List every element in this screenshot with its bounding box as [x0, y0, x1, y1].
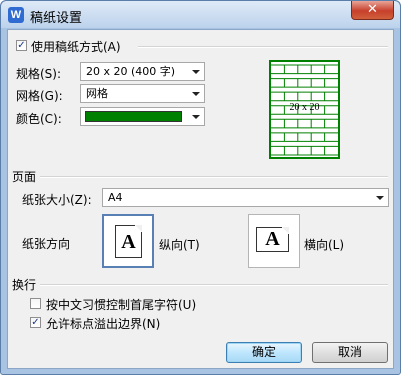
close-button[interactable]: ✕	[351, 1, 394, 20]
allow-punctuation-overflow-label: 允许标点溢出边界(N)	[46, 317, 161, 331]
spec-select[interactable]: 20 x 20 (400 字)	[80, 62, 205, 81]
color-label: 颜色(C):	[16, 112, 62, 126]
portrait-page-icon: A	[115, 225, 142, 258]
use-manuscript-label: 使用稿纸方式(A)	[31, 40, 121, 54]
paper-size-select[interactable]: A4	[102, 188, 389, 207]
grid-value: 网格	[86, 87, 108, 100]
landscape-label[interactable]: 横向(L)	[304, 236, 344, 253]
spec-label: 规格(S):	[16, 67, 62, 81]
wps-app-icon: W	[8, 7, 24, 23]
control-first-last-chars-label: 按中文习惯控制首尾字符(U)	[46, 298, 197, 312]
color-swatch	[85, 111, 182, 122]
section-divider	[138, 46, 388, 48]
page-section-heading: 页面	[12, 170, 37, 184]
spec-value: 20 x 20 (400 字)	[86, 65, 176, 78]
grid-select[interactable]: 网格	[80, 84, 205, 103]
chevron-down-icon	[192, 92, 200, 96]
preview-size-text: 20 x 20	[289, 102, 320, 113]
section-divider	[40, 176, 388, 178]
allow-punctuation-overflow-checkbox[interactable]: ✓	[30, 317, 41, 328]
paper-size-label: 纸张大小(Z):	[22, 193, 92, 207]
paper-size-value: A4	[108, 191, 123, 204]
line-break-section-heading: 换行	[12, 278, 37, 292]
dialog-window: W 稿纸设置 ✕ ✓ 使用稿纸方式(A) 规格(S): 20 x 20 (400…	[0, 0, 401, 375]
landscape-glyph: A	[265, 228, 280, 250]
chevron-down-icon	[376, 196, 384, 200]
ok-button[interactable]: 确定	[226, 342, 302, 363]
manuscript-preview: 20 x 20	[269, 60, 340, 159]
orientation-label: 纸张方向	[22, 237, 71, 251]
title-bar[interactable]: W 稿纸设置 ✕	[1, 1, 400, 28]
cancel-button[interactable]: 取消	[312, 342, 388, 363]
landscape-page-icon: A	[256, 227, 289, 252]
portrait-label[interactable]: 纵向(T)	[159, 236, 200, 253]
portrait-glyph: A	[121, 231, 136, 253]
chevron-down-icon	[192, 115, 200, 119]
portrait-option[interactable]: A	[102, 214, 154, 268]
control-first-last-chars-checkbox[interactable]	[30, 298, 41, 309]
dialog-content: ✓ 使用稿纸方式(A) 规格(S): 20 x 20 (400 字) 网格(G)…	[7, 29, 394, 369]
color-select[interactable]	[80, 107, 205, 126]
grid-label: 网格(G):	[16, 89, 63, 103]
section-divider	[40, 284, 388, 286]
use-manuscript-checkbox[interactable]: ✓	[16, 40, 27, 51]
landscape-option[interactable]: A	[248, 214, 300, 268]
dialog-title: 稿纸设置	[30, 11, 83, 26]
chevron-down-icon	[192, 70, 200, 74]
